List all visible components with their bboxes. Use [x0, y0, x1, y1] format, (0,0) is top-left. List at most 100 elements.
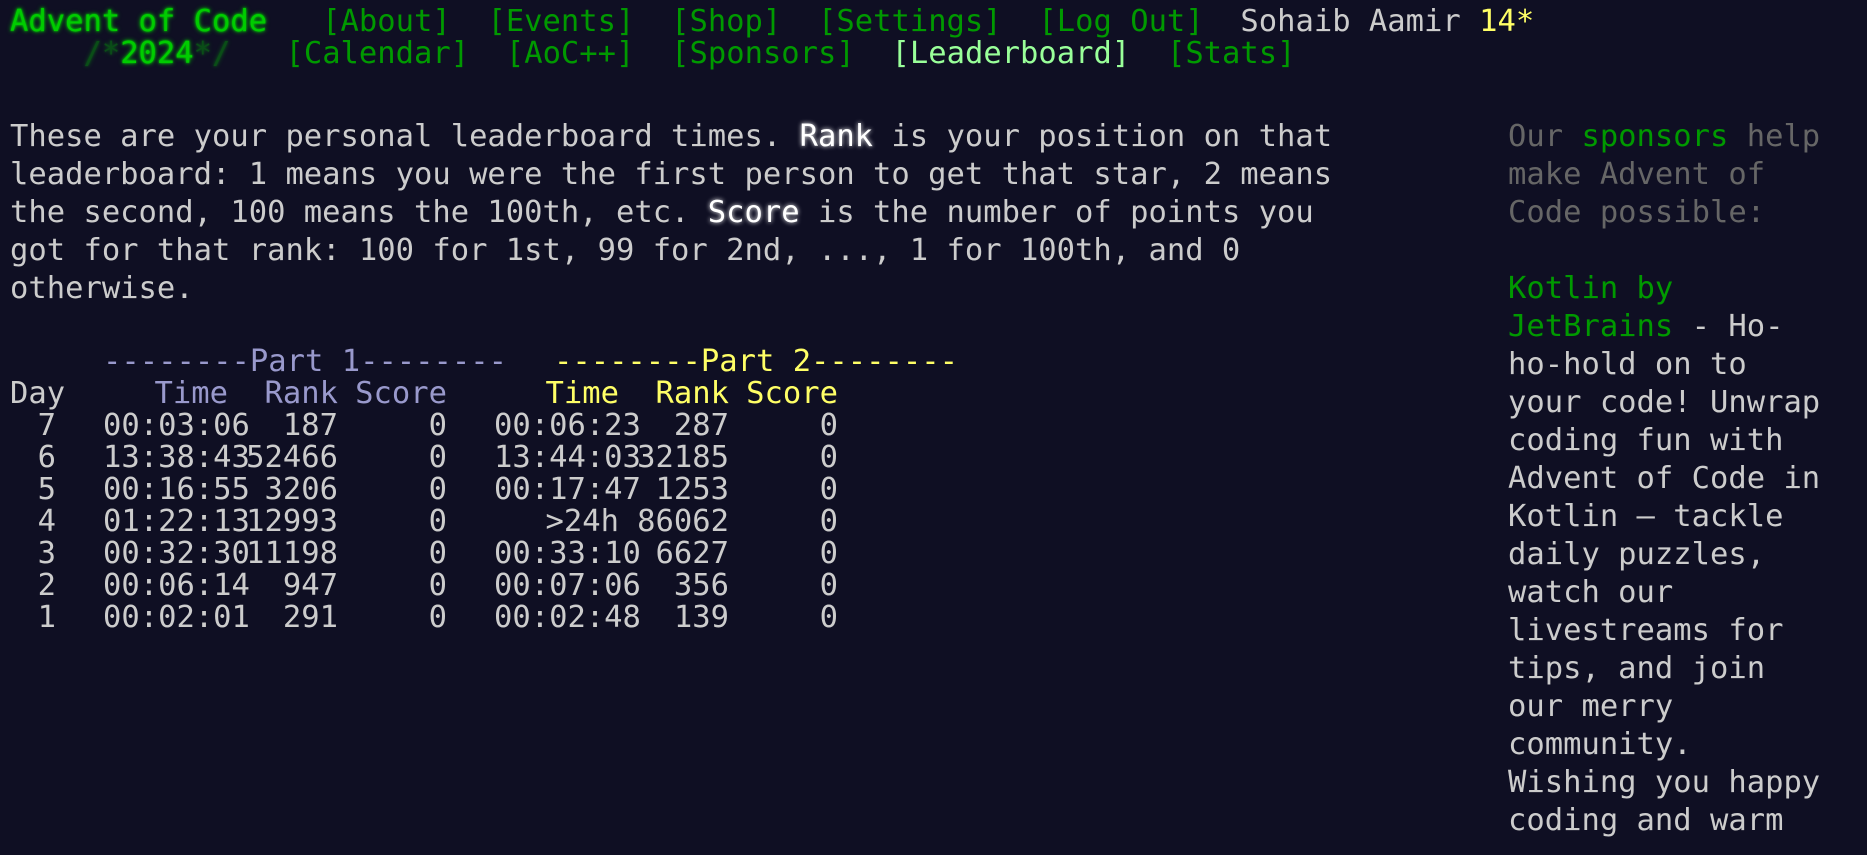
cell-time-p2: 00:33:10: [494, 536, 641, 571]
sponsor-sidebar: Our sponsors help make Advent of Code po…: [1508, 118, 1848, 840]
cell-score-p1: 0: [428, 408, 447, 443]
table-row: 7 00:03:06 187 0 00:06:23 287 0: [10, 410, 1210, 442]
cell-time-p1: 00:02:01: [103, 600, 250, 635]
cell-score-p2: 0: [819, 536, 838, 571]
cell-score-p1: 0: [428, 600, 447, 635]
cell-rank-p2: 32185: [637, 440, 729, 475]
star-count: 14*: [1479, 4, 1535, 39]
sponsor-text-rest: ho-hold on to your code! Unwrap coding f…: [1508, 347, 1821, 838]
cell-score-p1: 0: [428, 440, 447, 475]
cell-rank-p2: 139: [673, 600, 729, 635]
site-title-link[interactable]: Advent of Code: [10, 4, 267, 39]
site-header: Advent of Code [About] [Events] [Shop] […: [10, 6, 1534, 70]
cell-time-p1: 00:06:14: [103, 568, 250, 603]
cell-score-p2: 0: [819, 472, 838, 507]
cell-score-p1: 0: [428, 504, 447, 539]
cell-day: 5: [37, 472, 56, 507]
cell-score-p2: 0: [819, 504, 838, 539]
part1-header: --------Part 1--------: [103, 344, 507, 379]
header-row-top: Advent of Code [About] [Events] [Shop] […: [10, 6, 1534, 38]
cell-day: 2: [37, 568, 56, 603]
sponsors-link[interactable]: sponsors: [1581, 119, 1728, 154]
cell-score-p1: 0: [428, 568, 447, 603]
cell-time-p2: 00:02:48: [494, 600, 641, 635]
intro-paragraph: These are your personal leaderboard time…: [10, 118, 1332, 308]
part2-header: --------Part 2--------: [553, 344, 958, 379]
cell-day: 7: [37, 408, 56, 443]
cell-time-p2: 13:44:03: [494, 440, 641, 475]
col-rank-p1: Rank: [264, 376, 338, 411]
cell-score-p1: 0: [428, 472, 447, 507]
cell-day: 4: [37, 504, 56, 539]
cell-time-p1: 00:32:30: [103, 536, 250, 571]
cell-score-p2: 0: [819, 440, 838, 475]
nav-leaderboard[interactable]: [Leaderboard]: [892, 36, 1131, 71]
table-row: 6 13:38:4352466 0 13:44:0332185 0: [10, 442, 1210, 474]
nav-events[interactable]: [Events]: [487, 4, 634, 39]
cell-rank-p2: 356: [673, 568, 729, 603]
table-body: 7 00:03:06 187 0 00:06:23 287 0 6 13:38:4352466…: [10, 410, 1210, 634]
table-row: 5 00:16:55 3206 0 00:17:47 1253 0: [10, 474, 1210, 506]
nav-calendar[interactable]: [Calendar]: [285, 36, 469, 71]
table-row: 1 00:02:01 291 0 00:02:48 139 0: [10, 602, 1210, 634]
sponsor-name-link[interactable]: Kotlin by JetBrains: [1508, 271, 1673, 344]
col-rank-p2: Rank: [655, 376, 729, 411]
score-highlight: Score: [707, 195, 800, 230]
cell-rank-p1: 12993: [246, 504, 338, 539]
col-time-p2: Time: [545, 376, 619, 411]
sponsor-text-first: - Ho-: [1673, 309, 1784, 344]
cell-rank-p2: 86062: [637, 504, 729, 539]
intro-text-1: These are your personal leaderboard time…: [10, 119, 800, 154]
cell-rank-p1: 3206: [264, 472, 338, 507]
table-row: 2 00:06:14 947 0 00:07:06 356 0: [10, 570, 1210, 602]
year-prefix: /*: [83, 36, 121, 71]
nav-shop[interactable]: [Shop]: [671, 4, 781, 39]
cell-day: 3: [37, 536, 56, 571]
cell-score-p2: 0: [819, 408, 838, 443]
year-value: 2024: [120, 36, 194, 71]
cell-time-p1: 00:16:55: [103, 472, 250, 507]
col-time-p1: Time: [154, 376, 228, 411]
rank-highlight: Rank: [799, 119, 874, 154]
cell-time-p2: >24h: [545, 504, 619, 539]
cell-rank-p2: 287: [673, 408, 729, 443]
sponsor-intro-a: Our: [1508, 119, 1582, 154]
cell-rank-p1: 52466: [246, 440, 338, 475]
cell-rank-p2: 6627: [655, 536, 729, 571]
cell-time-p2: 00:06:23: [494, 408, 641, 443]
cell-rank-p2: 1253: [655, 472, 729, 507]
nav-stats[interactable]: [Stats]: [1167, 36, 1296, 71]
year-link[interactable]: /*2024*/: [83, 36, 230, 71]
cell-score-p2: 0: [819, 568, 838, 603]
cell-rank-p1: 11198: [246, 536, 338, 571]
cell-rank-p1: 187: [282, 408, 338, 443]
cell-score-p1: 0: [428, 536, 447, 571]
cell-day: 6: [37, 440, 56, 475]
col-score-p1: Score: [355, 376, 447, 411]
table-row: 3 00:32:3011198 0 00:33:10 6627 0: [10, 538, 1210, 570]
nav-aocplusplus[interactable]: [AoC++]: [506, 36, 635, 71]
cell-time-p2: 00:17:47: [494, 472, 641, 507]
user-name: Sohaib Aamir: [1240, 4, 1461, 39]
nav-about[interactable]: [About]: [322, 4, 451, 39]
cell-score-p2: 0: [819, 600, 838, 635]
cell-time-p1: 01:22:13: [103, 504, 250, 539]
col-day: Day: [10, 376, 66, 411]
leaderboard-table: --------Part 1-------- --------Part 2----…: [10, 346, 1210, 634]
year-suffix: */: [193, 36, 231, 71]
cell-day: 1: [37, 600, 56, 635]
cell-time-p2: 00:07:06: [494, 568, 641, 603]
part-header-row: --------Part 1-------- --------Part 2----…: [10, 346, 1210, 378]
cell-time-p1: 00:03:06: [103, 408, 250, 443]
cell-rank-p1: 291: [282, 600, 338, 635]
col-score-p2: Score: [746, 376, 838, 411]
cell-rank-p1: 947: [282, 568, 338, 603]
header-row-bottom: /*2024*/ [Calendar] [AoC++] [Sponsors] […: [10, 38, 1534, 70]
main-content: These are your personal leaderboard time…: [10, 118, 1332, 634]
nav-settings[interactable]: [Settings]: [818, 4, 1002, 39]
cell-time-p1: 13:38:43: [103, 440, 250, 475]
nav-sponsors[interactable]: [Sponsors]: [671, 36, 855, 71]
table-row: 4 01:22:1312993 0 >24h 86062 0: [10, 506, 1210, 538]
nav-logout[interactable]: [Log Out]: [1038, 4, 1203, 39]
column-header-row: Day Time Rank Score Time Rank Score: [10, 378, 1210, 410]
